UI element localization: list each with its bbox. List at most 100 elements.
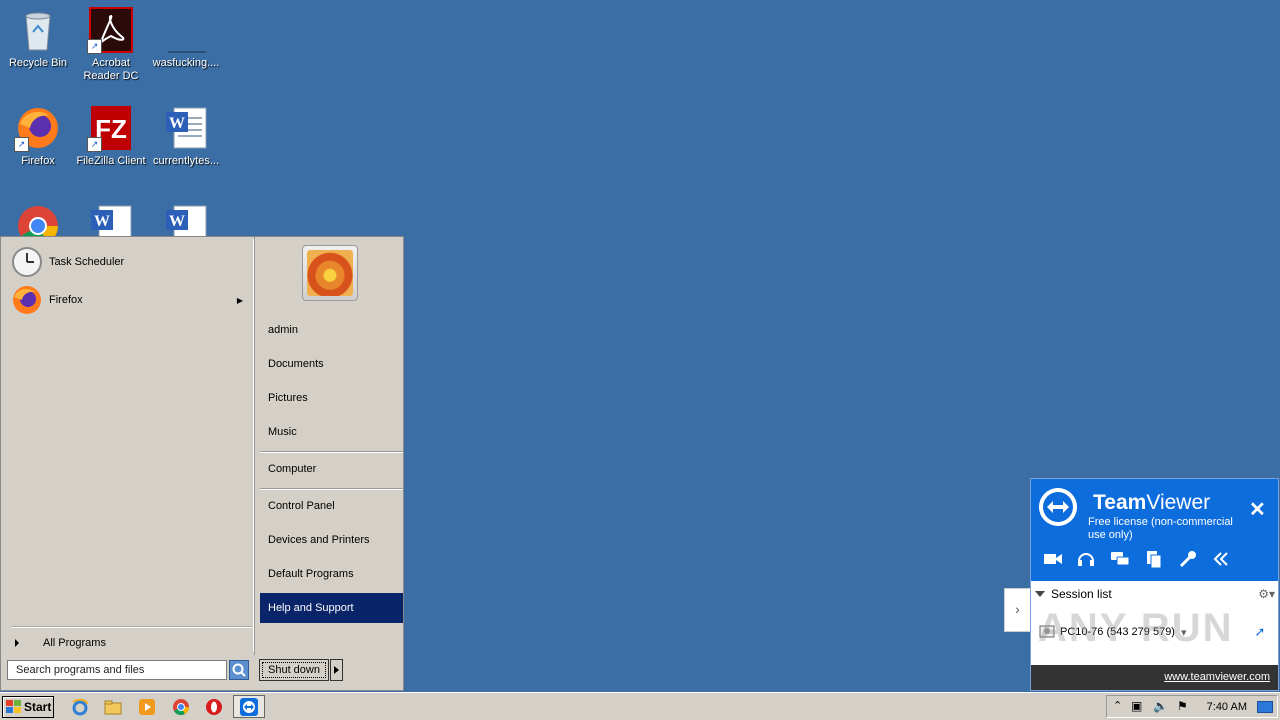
- desktop-icon-label: FileZilla Client: [76, 155, 146, 167]
- filezilla-icon: FZ ↗: [87, 104, 135, 152]
- desktop-icon-label: currentlytes...: [152, 155, 220, 167]
- file-icon: [162, 6, 210, 54]
- all-programs[interactable]: All Programs: [11, 633, 251, 653]
- show-desktop-icon[interactable]: [1257, 701, 1273, 713]
- teamviewer-expand-tab[interactable]: ›: [1004, 588, 1030, 632]
- files-icon[interactable]: [1144, 549, 1164, 569]
- desktop-icon-wasfucking[interactable]: wasfucking....: [148, 6, 224, 70]
- clock[interactable]: 7:40 AM: [1207, 701, 1247, 713]
- flag-icon[interactable]: ⚑: [1177, 699, 1188, 713]
- menu-item-devices-printers[interactable]: Devices and Printers: [260, 525, 403, 555]
- start-label: Start: [24, 700, 52, 714]
- desktop-icon-recycle-bin[interactable]: Recycle Bin: [0, 6, 76, 70]
- shortcut-arrow-icon: ↗: [14, 137, 29, 152]
- teamviewer-header: TeamViewer Free license (non-commercial …: [1031, 479, 1278, 581]
- search-icon[interactable]: [229, 660, 249, 680]
- shutdown-options-arrow[interactable]: [330, 659, 343, 681]
- teamviewer-icon: [240, 698, 258, 716]
- windows-logo-icon: [6, 700, 21, 713]
- desktop-icon-currentlytes[interactable]: W currentlytes...: [148, 104, 224, 168]
- teamviewer-link[interactable]: www.teamviewer.com: [1164, 671, 1270, 683]
- chevron-right-icon: ›: [1015, 601, 1020, 617]
- menu-item-control-panel[interactable]: Control Panel: [260, 491, 403, 521]
- double-chevron-left-icon[interactable]: [1211, 549, 1231, 569]
- clock-icon: [12, 247, 42, 277]
- taskbar-teamviewer-button[interactable]: [233, 695, 265, 718]
- internet-explorer-icon[interactable]: [71, 698, 89, 716]
- teamviewer-panel: TeamViewer Free license (non-commercial …: [1030, 478, 1279, 691]
- search-placeholder: Search programs and files: [16, 664, 145, 676]
- word-document-icon: W: [162, 104, 210, 152]
- headset-icon[interactable]: [1076, 549, 1096, 569]
- user-avatar[interactable]: [302, 245, 358, 301]
- volume-icon[interactable]: 🔈: [1153, 699, 1168, 713]
- menu-item-default-programs[interactable]: Default Programs: [260, 559, 403, 589]
- svg-text:W: W: [94, 213, 110, 230]
- shutdown-button[interactable]: Shut down: [259, 659, 329, 681]
- network-icon[interactable]: ▣: [1131, 699, 1142, 713]
- triangle-right-icon: [15, 639, 19, 647]
- chat-icon[interactable]: [1110, 549, 1130, 569]
- menu-item-label: admin: [268, 324, 298, 336]
- tools-icon[interactable]: [1178, 549, 1198, 569]
- menu-item-label: Computer: [268, 463, 317, 475]
- all-programs-label: All Programs: [43, 637, 106, 649]
- acrobat-icon: ↗: [87, 6, 135, 54]
- session-list-header[interactable]: Session list ⚙▾: [1035, 587, 1275, 601]
- firefox-icon: [13, 286, 41, 314]
- video-icon[interactable]: [1043, 549, 1063, 569]
- system-tray: ⌃ ▣ 🔈 ⚑ 7:40 AM: [1106, 695, 1278, 718]
- shutdown-label: Shut down: [268, 664, 320, 676]
- svg-text:W: W: [169, 115, 185, 132]
- menu-item-admin[interactable]: admin: [260, 315, 403, 345]
- watermark: ANY RUN: [1038, 606, 1234, 650]
- chrome-icon[interactable]: [172, 698, 190, 716]
- menu-item-music[interactable]: Music: [260, 417, 403, 447]
- license-text: Free license (non-commercial use only): [1088, 516, 1233, 541]
- divider: [260, 488, 403, 490]
- firefox-icon: ↗: [14, 104, 62, 152]
- desktop-icon-label: Recycle Bin: [8, 57, 68, 69]
- start-menu-places-pane: admin Documents Pictures Music Computer …: [254, 237, 405, 655]
- menu-item-label: Music: [268, 426, 297, 438]
- menu-item-label: Control Panel: [268, 500, 335, 512]
- menu-item-documents[interactable]: Documents: [260, 349, 403, 379]
- menu-item-computer[interactable]: Computer: [260, 454, 403, 484]
- desktop-icon-label: Acrobat Reader DC: [83, 57, 139, 82]
- pinned-label: Firefox: [49, 294, 83, 306]
- chevron-up-icon[interactable]: ⌃: [1113, 699, 1122, 712]
- recycle-bin-icon: [14, 6, 62, 54]
- pinned-task-scheduler[interactable]: Task Scheduler: [11, 245, 247, 279]
- start-menu: Task Scheduler Firefox ▶ All Programs Se…: [0, 236, 404, 691]
- triangle-down-icon: [1035, 591, 1045, 597]
- pinned-firefox[interactable]: Firefox ▶: [11, 283, 247, 317]
- gear-icon[interactable]: ⚙▾: [1258, 587, 1275, 601]
- menu-item-label: Pictures: [268, 392, 308, 404]
- shortcut-arrow-icon: ↗: [87, 39, 102, 54]
- search-input[interactable]: Search programs and files: [7, 660, 227, 680]
- svg-text:W: W: [169, 213, 185, 230]
- desktop-icon-filezilla[interactable]: FZ ↗ FileZilla Client: [73, 104, 149, 168]
- menu-item-help-support[interactable]: Help and Support: [260, 593, 403, 623]
- desktop-icon-label: Firefox: [21, 155, 55, 167]
- shortcut-arrow-icon: ↗: [87, 137, 102, 152]
- folder-icon[interactable]: [104, 698, 122, 716]
- opera-icon[interactable]: [205, 698, 223, 716]
- divider: [11, 626, 253, 628]
- pinned-label: Task Scheduler: [49, 256, 125, 268]
- teamviewer-title: TeamViewer: [1093, 491, 1211, 514]
- desktop-icon-firefox[interactable]: ↗ Firefox: [0, 104, 76, 168]
- desktop-icon-acrobat[interactable]: ↗ Acrobat Reader DC: [73, 6, 149, 83]
- menu-item-label: Documents: [268, 358, 324, 370]
- teamviewer-footer: www.teamviewer.com: [1031, 665, 1278, 690]
- teamviewer-logo-icon: [1039, 488, 1077, 526]
- close-icon[interactable]: ✕: [1249, 497, 1266, 522]
- divider: [260, 451, 403, 453]
- start-menu-programs-pane: Task Scheduler Firefox ▶ All Programs: [3, 239, 254, 652]
- start-button[interactable]: Start: [2, 696, 54, 718]
- media-player-icon[interactable]: [138, 698, 156, 716]
- menu-item-pictures[interactable]: Pictures: [260, 383, 403, 413]
- session-list-label: Session list: [1051, 587, 1112, 601]
- desktop-icon-label: wasfucking....: [152, 57, 220, 69]
- cursor-icon[interactable]: ➚: [1255, 624, 1266, 640]
